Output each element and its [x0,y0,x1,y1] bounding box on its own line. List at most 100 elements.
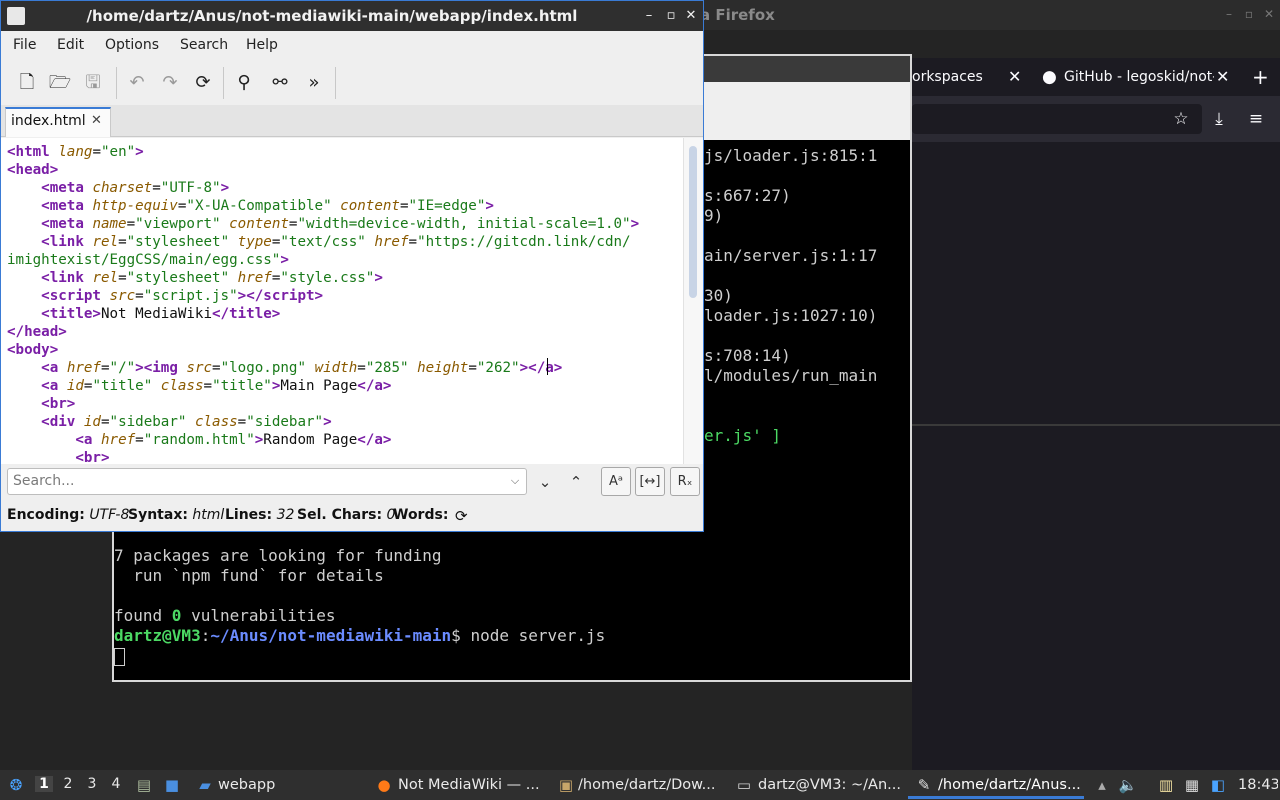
text-editor-icon: ✎ [917,776,931,794]
update-icon[interactable]: ◧ [1208,775,1228,795]
find-previous-icon[interactable]: ⌃ [565,471,587,493]
terminal-prompt: dartz@VM3:~/Anus/not-mediawiki-main$ nod… [114,626,606,645]
code-line: <head> [7,162,59,178]
text-caret [547,358,548,375]
code-line: <div id="sidebar" class="sidebar"> [41,414,332,430]
featherpad-window: /home/dartz/Anus/not-mediawiki-main/weba… [0,0,704,532]
firefox-window-title: a Firefox [700,6,775,24]
undo-icon[interactable]: ↶ [125,71,149,95]
terminal-funding-line: 7 packages are looking for funding [114,546,442,565]
open-folder-icon[interactable]: 🗁 [48,71,72,95]
menu-icon[interactable]: ≡ [1245,108,1267,130]
close-icon[interactable]: ✕ [1262,7,1276,21]
code-line: <meta http-equiv="X-UA-Compatible" conte… [41,198,494,214]
find-icon[interactable]: ⚲ [232,71,256,95]
firefox-icon: ● [377,776,391,794]
save-icon[interactable]: 🖫 [81,71,105,95]
whole-word-icon[interactable]: [↔] [635,467,665,496]
match-case-icon[interactable]: Aᵃ [601,467,631,496]
toolbar-separator [223,67,224,99]
redo-icon[interactable]: ↷ [158,71,182,95]
file-manager-icon[interactable]: ▤ [134,775,154,795]
code-line: <br> [41,396,76,412]
tab-github[interactable]: GitHub - legoskid/not-m [1064,60,1214,94]
desktop-2[interactable]: 2 [59,776,77,792]
tab-workspaces[interactable]: orkspaces [912,60,1002,94]
status-encoding: Encoding: UTF-8 [7,507,130,523]
tab-close-icon[interactable]: ✕ [1008,60,1021,94]
tab-close-icon[interactable]: ✕ [91,113,102,128]
menu-help[interactable]: Help [246,37,278,53]
menu-file[interactable]: File [13,37,36,53]
show-desktop-icon[interactable]: ■ [162,775,182,795]
terminal-line: 9) [704,206,724,225]
chevron-down-icon[interactable]: ⌵ [507,472,523,490]
maximize-icon[interactable]: ▫ [663,8,679,24]
menu-search[interactable]: Search [180,37,228,53]
code-line: <br> [75,450,110,464]
taskbar-item-webapp[interactable]: webapp [218,776,358,796]
terminal-line: s:667:27) [704,186,791,205]
bookmark-star-icon[interactable]: ☆ [1170,108,1192,130]
code-line: <meta charset="UTF-8"> [41,180,230,196]
regex-icon[interactable]: Rₓ [670,467,700,496]
search-input[interactable] [13,473,503,489]
toolbar [1,59,703,105]
terminal-icon: ▭ [736,776,752,794]
menu-options[interactable]: Options [105,37,159,53]
code-line: <a id="title" class="title">Main Page</a… [41,378,392,394]
toolbar-separator [116,67,117,99]
terminal-line: er.js' ] [704,426,782,445]
volume-icon[interactable]: 🔈 [1118,775,1138,795]
menu-edit[interactable]: Edit [57,37,84,53]
terminal-line: 30) [704,286,733,305]
find-next-icon[interactable]: ⌄ [534,471,556,493]
content-divider [912,424,1280,426]
toolbar-separator [335,67,336,99]
firefox-content [912,142,1280,770]
search-box[interactable] [7,468,527,495]
minimize-icon[interactable]: – [1222,7,1236,21]
code-line: </head> [7,324,67,340]
maximize-icon[interactable]: ▫ [1242,7,1256,21]
code-line: <a href="/"><img src="logo.png" width="2… [41,360,563,376]
github-icon: ● [1042,67,1057,87]
scroll-up-icon[interactable]: ▴ [1092,775,1112,795]
url-bar[interactable] [912,104,1202,134]
clock[interactable]: 18:43 [1238,776,1278,796]
tab-label: index.html [11,113,86,129]
refresh-words-icon[interactable]: ⟳ [455,507,468,525]
desktop-1[interactable]: 1 [35,776,53,792]
reload-icon[interactable]: ⟳ [191,71,215,95]
terminal-cursor [114,648,125,666]
scrollbar-thumb[interactable] [689,146,697,298]
code-line: imightexist/EggCSS/main/egg.css"> [7,252,289,268]
more-icon[interactable]: » [302,71,326,95]
active-window-indicator [908,796,1084,799]
code-editor[interactable]: <html lang="en"> <head> <meta charset="U… [1,138,703,464]
start-menu-icon[interactable]: ❂ [6,775,26,795]
terminal-line: loader.js:1027:10) [704,306,878,325]
close-icon[interactable]: ✕ [683,8,699,24]
downloads-icon[interactable]: ⤓ [1208,108,1230,130]
replace-icon[interactable]: ⚯ [268,71,292,95]
terminal-line: l/modules/run_main [704,366,878,385]
desktop-3[interactable]: 3 [83,776,101,792]
new-file-icon[interactable]: 🗋 [15,71,39,95]
tab-close-icon[interactable]: ✕ [1216,60,1229,94]
desktop-4[interactable]: 4 [107,776,125,792]
archive-icon: ▣ [558,776,574,794]
taskbar-item-terminal[interactable]: dartz@VM3: ~/An... [758,776,908,796]
featherpad-app-icon[interactable] [7,7,25,25]
clipboard-icon[interactable]: ▥ [1156,775,1176,795]
minimize-icon[interactable]: – [641,8,657,24]
terminal-line: s:708:14) [704,346,791,365]
new-tab-icon[interactable]: + [1252,60,1269,94]
taskbar-item-firefox[interactable]: Not MediaWiki — ... [398,776,548,796]
network-icon[interactable]: ▦ [1182,775,1202,795]
taskbar-item-featherpad[interactable]: /home/dartz/Anus... [938,776,1082,796]
status-words: Words: [393,507,449,523]
window-title: /home/dartz/Anus/not-mediawiki-main/weba… [86,7,578,25]
code-line: <link rel="stylesheet" href="style.css"> [41,270,383,286]
taskbar-item-downloads[interactable]: /home/dartz/Dow... [578,776,728,796]
